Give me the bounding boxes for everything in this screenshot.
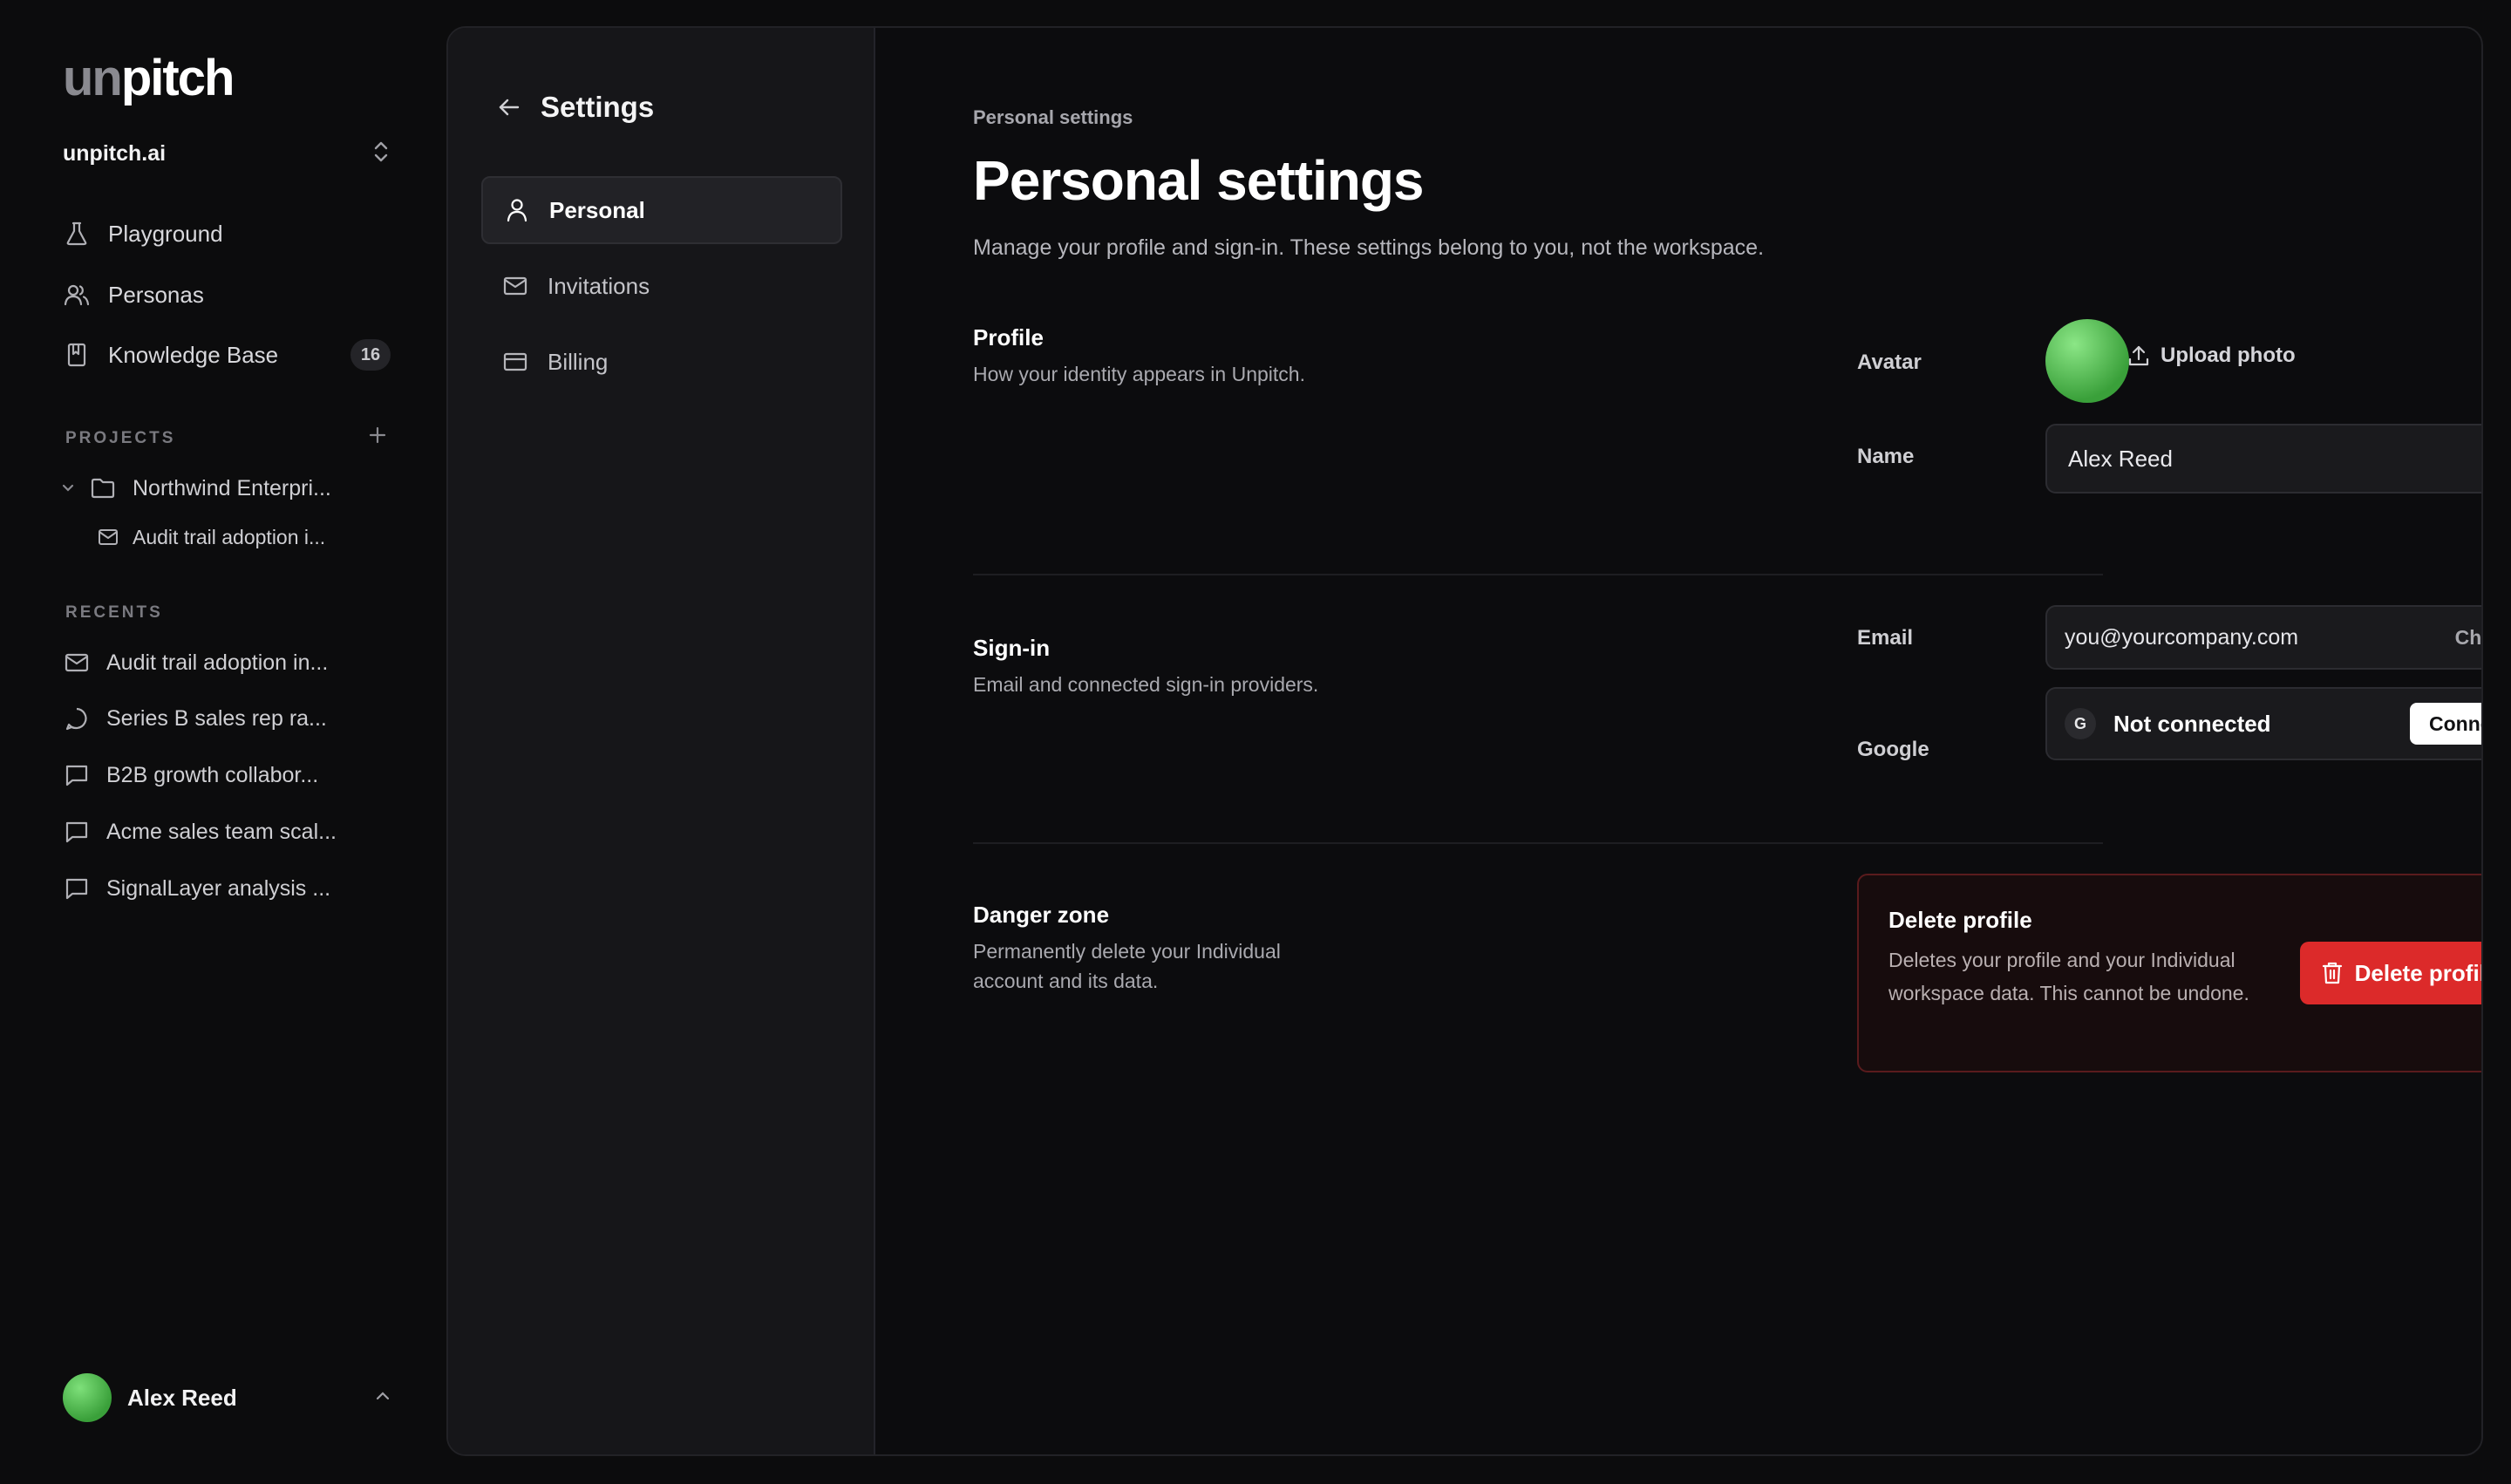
avatar-label: Avatar	[1857, 351, 1922, 374]
recent-label: Audit trail adoption in...	[106, 650, 329, 675]
recent-label: B2B growth collabor...	[106, 762, 319, 787]
users-icon	[63, 281, 91, 309]
recents-section-title: RECENTS	[65, 603, 163, 622]
google-status: Not connected	[2113, 710, 2271, 737]
settings-nav-personal[interactable]: Personal	[481, 176, 842, 244]
delete-profile-button[interactable]: Delete profile	[2300, 942, 2481, 1004]
book-icon	[63, 341, 91, 369]
danger-section-title: Danger zone	[973, 902, 1110, 928]
logo-prefix: un	[63, 50, 123, 106]
sidebar-item-knowledge-base[interactable]: Knowledge Base 16	[63, 330, 391, 379]
recent-item[interactable]: SignalLayer analysis ...	[65, 873, 330, 904]
recent-item[interactable]: Audit trail adoption in...	[65, 647, 328, 678]
sidebar-item-playground[interactable]: Playground	[63, 209, 391, 258]
sidebar-item-label: Playground	[108, 220, 223, 247]
section-divider	[973, 842, 2103, 844]
avatar	[63, 1373, 112, 1422]
signin-section-title: Sign-in	[973, 635, 1051, 661]
credit-card-icon	[502, 349, 528, 375]
settings-nav-label: Billing	[548, 348, 609, 375]
profile-section-description: How your identity appears in Unpitch.	[973, 363, 1305, 385]
upload-photo-label: Upload photo	[2161, 344, 2296, 367]
settings-content: Personal settings Personal settings Mana…	[875, 28, 2481, 1454]
chevron-up-icon	[375, 1390, 391, 1406]
delete-profile-button-label: Delete profile	[2354, 959, 2481, 986]
count-badge: 16	[350, 339, 391, 371]
project-label: Northwind Enterpri...	[133, 475, 331, 500]
trash-icon	[2322, 961, 2343, 985]
delete-profile-description: Deletes your profile and your Individual…	[1888, 949, 2249, 1004]
upload-icon	[2127, 344, 2150, 367]
message-square-icon	[65, 764, 89, 786]
delete-profile-card: Delete profile Deletes your profile and …	[1857, 874, 2481, 1072]
page-title: Personal settings	[973, 149, 1424, 212]
sidebar-item-personas[interactable]: Personas	[63, 270, 391, 319]
recent-item[interactable]: Series B sales rep ra...	[65, 703, 327, 734]
project-subitem[interactable]: Audit trail adoption i...	[98, 523, 325, 551]
email-label: Email	[1857, 626, 1914, 650]
chevron-up-down-icon	[371, 140, 391, 168]
name-label: Name	[1857, 445, 1915, 468]
recent-label: SignalLayer analysis ...	[106, 875, 331, 901]
signin-section-description: Email and connected sign-in providers.	[973, 673, 1319, 696]
projects-section-title: PROJECTS	[65, 429, 176, 447]
change-email-button[interactable]: Change	[2455, 626, 2481, 650]
google-provider-row: G Not connected Connect	[2045, 687, 2481, 760]
settings-panel: Settings Personal Invitations Billing Pe…	[446, 26, 2483, 1456]
project-label: Audit trail adoption i...	[133, 525, 326, 548]
chat-bubble-icon	[65, 706, 89, 731]
sidebar-item-label: Knowledge Base	[108, 341, 279, 368]
message-square-icon	[65, 877, 89, 900]
page-description: Manage your profile and sign-in. These s…	[973, 235, 1765, 260]
message-square-icon	[65, 820, 89, 843]
settings-title: Settings	[541, 91, 655, 123]
chevron-down-icon[interactable]	[61, 483, 75, 494]
mail-icon	[65, 653, 89, 672]
settings-nav: Settings Personal Invitations Billing	[448, 28, 875, 1454]
user-menu[interactable]: Alex Reed	[63, 1372, 391, 1423]
project-item-northwind[interactable]: Northwind Enterpri...	[61, 474, 331, 502]
user-name: Alex Reed	[127, 1384, 237, 1411]
settings-nav-label: Personal	[549, 196, 645, 223]
upload-photo-button[interactable]: Upload photo	[2127, 344, 2296, 368]
email-field[interactable]: you@yourcompany.com Change	[2045, 605, 2481, 670]
workspace-switcher[interactable]: unpitch.ai	[63, 136, 391, 171]
recent-label: Acme sales team scal...	[106, 819, 337, 844]
name-field[interactable]: Alex Reed	[2045, 424, 2481, 494]
section-divider	[973, 574, 2103, 575]
settings-nav-label: Invitations	[548, 272, 650, 299]
add-project-button[interactable]	[364, 424, 391, 450]
google-icon: G	[2065, 708, 2096, 739]
recent-label: Series B sales rep ra...	[106, 705, 327, 731]
sidebar-item-label: Personas	[108, 281, 204, 308]
folder-icon	[91, 478, 115, 499]
breadcrumb: Personal settings	[973, 106, 1133, 128]
connect-google-button[interactable]: Connect	[2410, 703, 2481, 745]
recent-item[interactable]: B2B growth collabor...	[65, 759, 318, 791]
workspace-name: unpitch.ai	[63, 140, 167, 166]
flask-icon	[63, 220, 91, 248]
danger-section-description: Permanently delete your Individual accou…	[973, 940, 1281, 992]
mail-icon	[98, 528, 119, 546]
avatar[interactable]	[2045, 319, 2129, 403]
delete-profile-title: Delete profile	[1888, 907, 2032, 933]
settings-nav-invitations[interactable]: Invitations	[481, 252, 842, 320]
profile-section-title: Profile	[973, 324, 1044, 351]
logo-suffix: pitch	[120, 50, 235, 106]
google-label: Google	[1857, 738, 1929, 761]
user-icon	[504, 197, 530, 223]
settings-header: Settings	[497, 91, 654, 124]
back-arrow-icon[interactable]	[497, 97, 521, 118]
recent-item[interactable]: Acme sales team scal...	[65, 816, 337, 848]
app-logo[interactable]: unpitch	[63, 49, 235, 107]
settings-nav-billing[interactable]: Billing	[481, 328, 842, 396]
app-sidebar: unpitch unpitch.ai Playground Personas K…	[0, 0, 446, 1484]
email-value: you@yourcompany.com	[2065, 624, 2299, 650]
mail-icon	[502, 273, 528, 299]
